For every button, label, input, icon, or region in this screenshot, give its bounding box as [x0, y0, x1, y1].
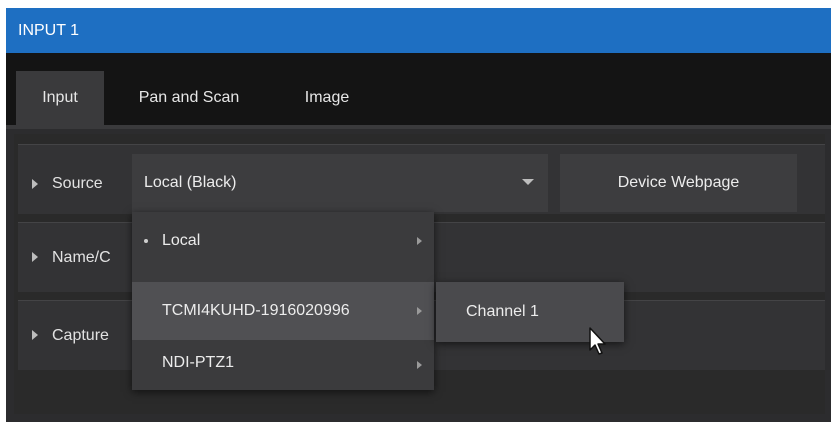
menu-item-tcmi4kuhd[interactable]: TCMI4KUHD-1916020996	[132, 282, 434, 340]
source-dropdown[interactable]: Local (Black)	[132, 154, 548, 212]
source-label: Source	[52, 175, 103, 192]
menu-item-label: Local	[162, 232, 201, 249]
device-webpage-button[interactable]: Device Webpage	[560, 154, 797, 212]
source-menu: Local TCMI4KUHD-1916020996 NDI-PTZ1	[132, 212, 434, 390]
submenu-arrow-icon	[417, 237, 422, 245]
dropdown-caret-icon[interactable]	[522, 179, 534, 185]
menu-item-ndi-ptz1[interactable]: NDI-PTZ1	[132, 336, 434, 390]
menu-item-label: NDI-PTZ1	[162, 354, 234, 371]
expand-arrow-icon[interactable]	[32, 179, 38, 189]
capture-label: Capture	[52, 327, 109, 344]
tab-pan-and-scan[interactable]: Pan and Scan	[114, 71, 264, 125]
submenu-arrow-icon	[417, 361, 422, 369]
tab-input[interactable]: Input	[16, 71, 104, 125]
expand-arrow-icon[interactable]	[32, 330, 38, 340]
expand-arrow-icon[interactable]	[32, 252, 38, 262]
submenu-arrow-icon	[417, 307, 422, 315]
menu-item-label: TCMI4KUHD-1916020996	[162, 302, 350, 319]
tab-strip: Input Pan and Scan Image	[6, 53, 831, 125]
source-selected-value: Local (Black)	[144, 174, 237, 191]
selected-dot-icon	[144, 239, 148, 243]
window-title: INPUT 1	[6, 8, 831, 53]
menu-item-local[interactable]: Local	[132, 212, 434, 270]
tab-image[interactable]: Image	[272, 71, 382, 125]
tab-underline	[6, 125, 831, 129]
mouse-pointer-icon	[589, 327, 606, 355]
name-label: Name/C	[52, 249, 111, 266]
